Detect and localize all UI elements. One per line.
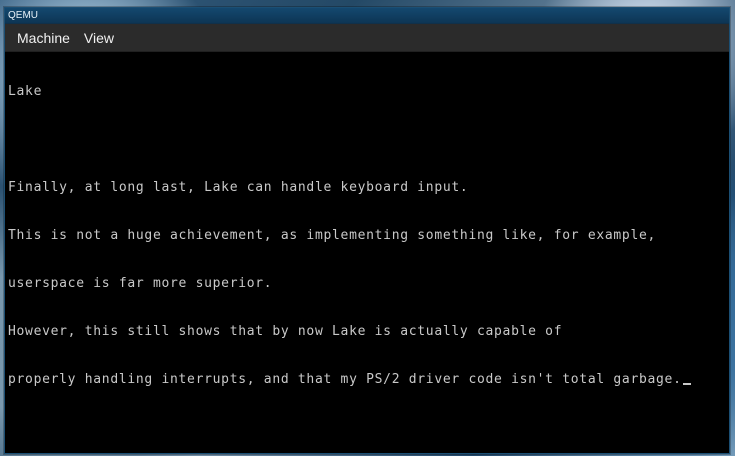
qemu-window: QEMU Machine View Lake Finally, at long … <box>4 7 730 454</box>
window-title: QEMU <box>8 10 38 21</box>
console-line: Lake <box>8 84 43 99</box>
console-line-text: properly handling interrupts, and that m… <box>8 372 682 387</box>
console-line: This is not a huge achievement, as imple… <box>8 228 657 243</box>
console-line: However, this still shows that by now La… <box>8 324 563 339</box>
console-line: userspace is far more superior. <box>8 276 273 291</box>
machine-menu[interactable]: Machine <box>10 24 77 52</box>
text-cursor <box>682 383 691 385</box>
window-titlebar[interactable]: QEMU <box>5 8 729 24</box>
console-line: Finally, at long last, Lake can handle k… <box>8 180 469 195</box>
view-menu[interactable]: View <box>77 24 121 52</box>
menu-bar: Machine View <box>5 24 729 52</box>
guest-console[interactable]: Lake Finally, at long last, Lake can han… <box>5 52 729 453</box>
console-line-last: properly handling interrupts, and that m… <box>8 372 729 388</box>
